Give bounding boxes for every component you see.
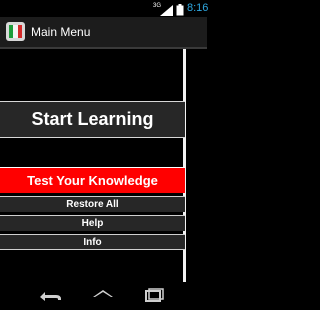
restore-all-button[interactable]: Restore All	[0, 196, 185, 212]
page-title: Main Menu	[31, 25, 91, 39]
navigation-bar	[0, 282, 207, 310]
info-button[interactable]: Info	[0, 234, 185, 250]
italy-flag-icon[interactable]	[6, 22, 25, 41]
status-bar: 3G 8:16	[0, 0, 209, 17]
test-knowledge-button[interactable]: Test Your Knowledge	[0, 167, 185, 193]
back-icon[interactable]	[38, 288, 64, 307]
help-button[interactable]: Help	[0, 215, 185, 231]
home-icon[interactable]	[90, 288, 116, 307]
clock: 8:16	[187, 2, 209, 14]
recent-apps-icon[interactable]	[140, 288, 166, 309]
action-bar: Main Menu	[0, 17, 207, 49]
start-learning-button[interactable]: Start Learning	[0, 101, 185, 138]
